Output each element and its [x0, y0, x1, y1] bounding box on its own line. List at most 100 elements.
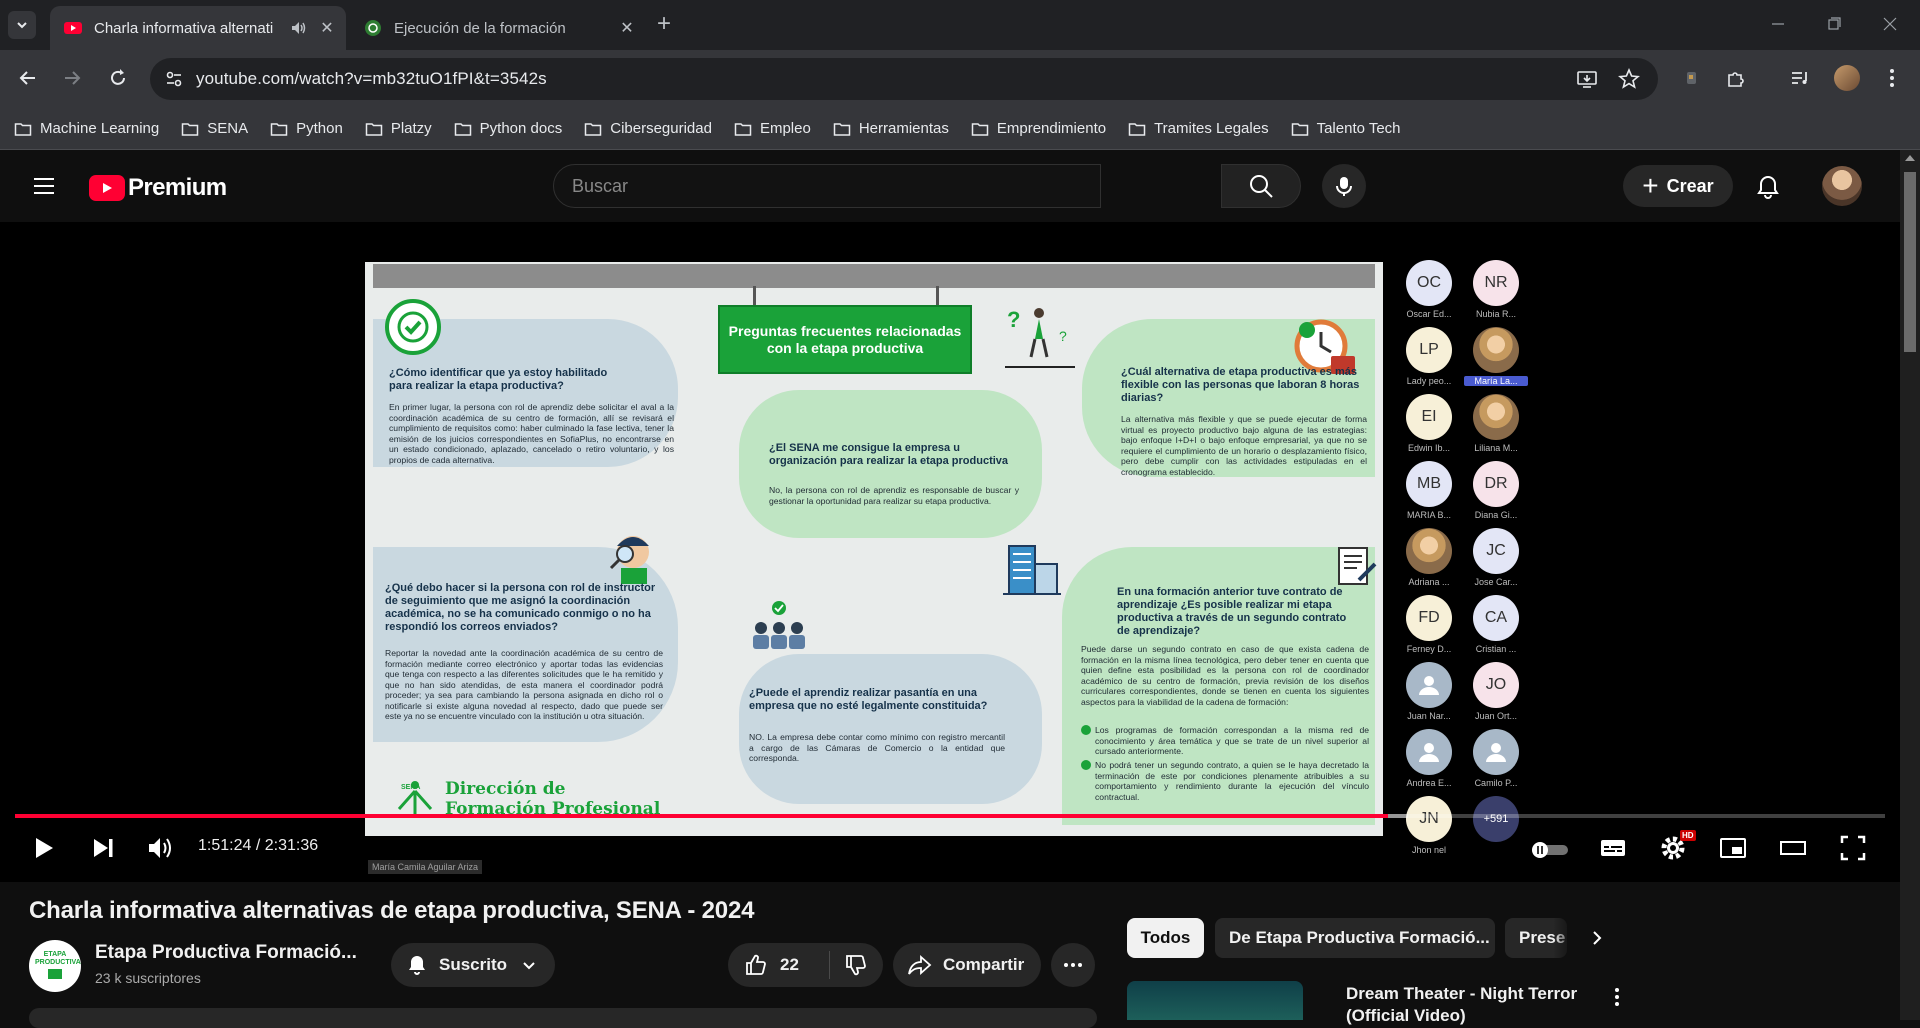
- tab-youtube[interactable]: Charla informativa alternati ✕: [50, 6, 346, 50]
- subtitles-icon[interactable]: [1598, 833, 1628, 863]
- volume-icon[interactable]: [145, 833, 175, 863]
- recommended-video-title[interactable]: Dream Theater - Night Terror (Official V…: [1346, 983, 1596, 1027]
- hamburger-menu-icon[interactable]: [32, 174, 56, 198]
- media-controls-icon[interactable]: [1788, 66, 1812, 90]
- chevron-right-icon[interactable]: [1587, 928, 1607, 948]
- like-button[interactable]: 22: [728, 951, 830, 979]
- kebab-menu-icon[interactable]: [1605, 985, 1629, 1009]
- extensions-icon[interactable]: [1724, 66, 1748, 90]
- bookmark-label: Machine Learning: [40, 120, 160, 137]
- miniplayer-icon[interactable]: [1718, 833, 1748, 863]
- participant-tile[interactable]: EI Edwin Ib...: [1397, 394, 1461, 453]
- bookmark-python-docs[interactable]: Python docs: [454, 120, 562, 138]
- participant-tile[interactable]: LP Lady peo...: [1397, 327, 1461, 386]
- participant-tile[interactable]: Camilo P...: [1464, 729, 1528, 788]
- recommended-video-thumbnail[interactable]: [1127, 981, 1303, 1020]
- participant-tile[interactable]: JO Juan Ort...: [1464, 662, 1528, 721]
- install-app-icon[interactable]: [1576, 68, 1598, 90]
- minimize-icon[interactable]: [1766, 12, 1790, 36]
- participant-tile[interactable]: Juan Nar...: [1397, 662, 1461, 721]
- new-tab-button[interactable]: +: [652, 12, 676, 37]
- bookmark-emprendimiento[interactable]: Emprendimiento: [971, 120, 1106, 138]
- time-current: 1:51:24: [198, 837, 252, 854]
- bookmark-empleo[interactable]: Empleo: [734, 120, 811, 138]
- tab-search-button[interactable]: [8, 11, 36, 39]
- site-info-icon[interactable]: [164, 69, 184, 89]
- restore-icon[interactable]: [1822, 12, 1846, 36]
- bookmark-sena[interactable]: SENA: [181, 120, 248, 138]
- chip-todos[interactable]: Todos: [1127, 918, 1204, 958]
- bookmark-ciberseguridad[interactable]: Ciberseguridad: [584, 120, 712, 138]
- youtube-logo[interactable]: Premium: [89, 174, 227, 202]
- autoplay-toggle[interactable]: [1528, 841, 1570, 859]
- participant-tile[interactable]: María La...: [1464, 327, 1528, 386]
- bullet-text-1: Los programas de formación correspondan …: [1095, 725, 1369, 756]
- description-box[interactable]: [29, 1008, 1097, 1028]
- subscribed-button[interactable]: Suscrito: [391, 943, 555, 987]
- create-button[interactable]: + Crear: [1623, 165, 1733, 207]
- scroll-up-arrow-icon[interactable]: [1905, 155, 1915, 161]
- back-icon[interactable]: [16, 66, 40, 90]
- participant-tile[interactable]: JC Jose Car...: [1464, 528, 1528, 587]
- answer-text: Reportar la novedad ante la coordinación…: [385, 648, 663, 721]
- progress-bar[interactable]: [15, 814, 1885, 818]
- tab-ejecucion[interactable]: Ejecución de la formación ✕: [350, 6, 646, 50]
- participant-tile[interactable]: OC Oscar Ed...: [1397, 260, 1461, 319]
- video-player[interactable]: Preguntas frecuentes relacionadas con la…: [0, 222, 1900, 882]
- address-bar[interactable]: youtube.com/watch?v=mb32tuO1fPI&t=3542s: [150, 58, 1658, 100]
- participant-tile[interactable]: Liliana M...: [1464, 394, 1528, 453]
- search-input[interactable]: [554, 165, 1054, 207]
- forward-icon[interactable]: [60, 66, 84, 90]
- search-button[interactable]: [1221, 164, 1301, 208]
- participant-tile[interactable]: CA Cristian ...: [1464, 595, 1528, 654]
- participant-tile[interactable]: MB MARIA B...: [1397, 461, 1461, 520]
- close-icon[interactable]: ✕: [318, 19, 336, 37]
- close-icon[interactable]: ✕: [618, 19, 636, 37]
- fullscreen-icon[interactable]: [1838, 833, 1868, 863]
- reload-icon[interactable]: [106, 66, 130, 90]
- channel-name[interactable]: Etapa Productiva Formació...: [95, 942, 357, 964]
- participant-tile[interactable]: JN Jhon nel: [1397, 796, 1461, 855]
- voice-search-button[interactable]: [1322, 164, 1366, 208]
- time-separator: /: [255, 837, 261, 854]
- close-window-icon[interactable]: [1878, 12, 1902, 36]
- participant-initials: DR: [1473, 461, 1519, 507]
- buffered-bar: [1387, 814, 1409, 818]
- kebab-menu-icon[interactable]: [1880, 66, 1904, 90]
- bookmark-platzy[interactable]: Platzy: [365, 120, 432, 138]
- channel-avatar[interactable]: ETAPA PRODUCTIVA: [29, 940, 81, 992]
- bookmark-tramites-legales[interactable]: Tramites Legales: [1128, 120, 1269, 138]
- bookmark-machine-learning[interactable]: Machine Learning: [14, 120, 159, 138]
- notifications-bell-icon[interactable]: [1754, 173, 1782, 201]
- next-video-icon[interactable]: [88, 833, 118, 863]
- answer-text: NO. La empresa debe contar como mínimo c…: [749, 732, 1005, 763]
- url-text: youtube.com/watch?v=mb32tuO1fPI&t=3542s: [196, 69, 547, 88]
- participant-initials: +591: [1473, 796, 1519, 842]
- participant-tile[interactable]: NR Nubia R...: [1464, 260, 1528, 319]
- participant-tile[interactable]: Adriana ...: [1397, 528, 1461, 587]
- scrollbar-thumb[interactable]: [1904, 172, 1916, 352]
- play-icon[interactable]: [28, 833, 58, 863]
- profile-avatar[interactable]: [1834, 65, 1860, 91]
- more-actions-button[interactable]: [1051, 943, 1095, 987]
- star-icon[interactable]: [1618, 68, 1640, 90]
- participant-name: Juan Nar...: [1407, 711, 1451, 721]
- account-avatar[interactable]: [1822, 166, 1862, 206]
- dislike-button[interactable]: [830, 953, 868, 977]
- participant-tile[interactable]: Andrea E...: [1397, 729, 1461, 788]
- page-scrollbar[interactable]: [1900, 150, 1920, 1020]
- bookmark-python[interactable]: Python: [270, 120, 343, 138]
- theater-mode-icon[interactable]: [1778, 833, 1808, 863]
- bookmark-label: Talento Tech: [1316, 120, 1401, 137]
- participant-tile[interactable]: +591: [1464, 796, 1528, 845]
- bookmark-herramientas[interactable]: Herramientas: [833, 120, 949, 138]
- participant-initials: NR: [1473, 260, 1519, 306]
- share-button[interactable]: Compartir: [893, 943, 1041, 987]
- participant-tile[interactable]: DR Diana Gi...: [1464, 461, 1528, 520]
- bookmark-talento-tech[interactable]: Talento Tech: [1291, 120, 1401, 138]
- chip-channel[interactable]: De Etapa Productiva Formació...: [1215, 918, 1495, 958]
- speaker-icon[interactable]: [290, 19, 308, 37]
- participant-tile[interactable]: FD Ferney D...: [1397, 595, 1461, 654]
- extension-puzzle-small-icon[interactable]: [1680, 66, 1704, 90]
- subscribed-label: Suscrito: [439, 955, 508, 974]
